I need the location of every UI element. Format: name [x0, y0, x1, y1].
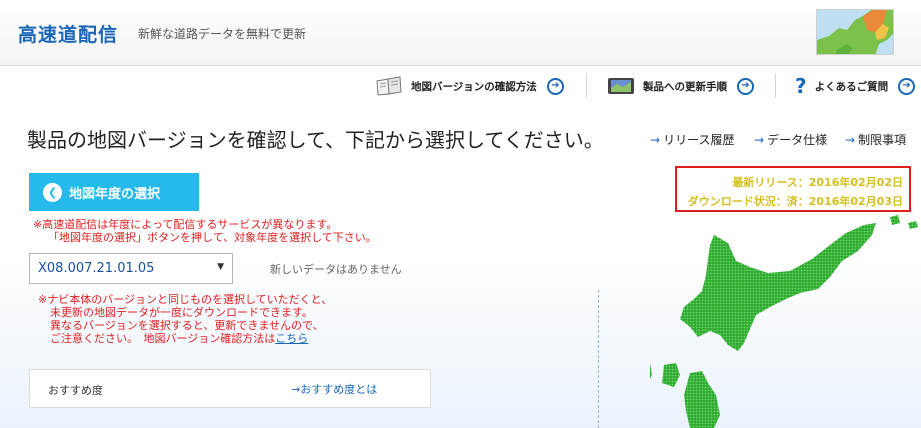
download-status-text: ダウンロード状況：済：2016年02月03日 [687, 195, 903, 208]
arrow-right-icon: → [650, 133, 661, 147]
arrow-right-icon: → [754, 133, 765, 147]
version-select[interactable]: X08.007.21.01.05 ▼ [29, 253, 233, 284]
chevron-left-icon: ❮ [43, 182, 62, 202]
site-tagline: 新鮮な道路データを無料で更新 [138, 27, 307, 41]
nav-label: よくあるご質問 [814, 80, 889, 93]
recommendation-info-link[interactable]: →おすすめ度とは [291, 381, 377, 397]
select-map-year-button[interactable]: ❮ 地図年度の選択 [29, 173, 199, 211]
site-logo[interactable]: 高速道配信 [18, 20, 118, 47]
year-note: ※高速道配信は年度によって配信するサービスが異なります。 [33, 218, 338, 231]
divider [598, 290, 599, 428]
arrow-right-icon: ➔ [898, 77, 916, 95]
release-status-box: 最新リリース：2016年02月02日 ダウンロード状況：済：2016年02月03… [675, 166, 911, 212]
site-header: 高速道配信 新鮮な道路データを無料で更新 [0, 0, 921, 66]
restrictions-link[interactable]: → 制限事項 [845, 131, 906, 148]
recommendation-panel: おすすめ度 →おすすめ度とは [29, 369, 431, 408]
arrow-right-icon: → [845, 133, 856, 147]
nav-item-version-check[interactable]: 地図バージョンの確認方法 ➔ [375, 66, 564, 106]
recommendation-label: おすすめ度 [48, 384, 103, 397]
question-mark-icon: ? [795, 74, 807, 98]
version-note: ご注意ください。 地図バージョン確認方法はこちら [50, 332, 309, 345]
japan-map-thumbnail [816, 9, 894, 55]
arrow-right-icon: → [291, 383, 301, 396]
page-title: 製品の地図バージョンを確認して、下記から選択してください。 [27, 128, 604, 152]
release-history-link[interactable]: → リリース履歴 [650, 131, 734, 148]
nav-bar: 地図バージョンの確認方法 ➔ 製品への更新手順 ➔ ? よくあるご質問 ➔ [0, 66, 921, 106]
version-note: 未更新の地図データが一度にダウンロードできます。 [50, 306, 313, 319]
latest-release-text: 最新リリース：2016年02月02日 [732, 176, 903, 189]
navigation-device-icon [608, 78, 634, 94]
version-note: 異なるバージョンを選択すると、更新できませんので、 [50, 319, 324, 332]
nav-label: 製品への更新手順 [643, 80, 727, 93]
book-icon [376, 76, 402, 96]
nav-item-update-steps[interactable]: 製品への更新手順 ➔ [607, 66, 754, 106]
nav-item-faq[interactable]: ? よくあるご質問 ➔ [795, 66, 916, 106]
arrow-right-icon: ➔ [546, 77, 564, 95]
japan-map [650, 215, 918, 428]
version-check-link[interactable]: こちら [275, 332, 308, 345]
arrow-right-icon: ➔ [737, 77, 754, 95]
nav-divider [775, 74, 776, 98]
year-note: 「地図年度の選択」ボタンを押して、対象年度を選択して下さい。 [48, 231, 377, 244]
no-new-data-text: 新しいデータはありません [270, 263, 402, 276]
version-note: ※ナビ本体のバージョンと同じものを選択していただくと、 [38, 293, 333, 306]
nav-label: 地図バージョンの確認方法 [411, 80, 537, 93]
dropdown-caret-icon: ▼ [217, 262, 224, 272]
nav-divider [586, 74, 587, 98]
data-spec-link[interactable]: → データ仕様 [754, 131, 827, 148]
